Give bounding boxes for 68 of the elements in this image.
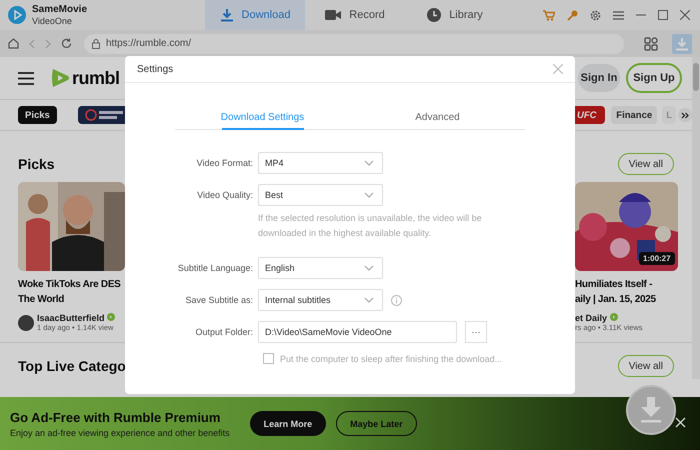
verified-icon [107, 313, 116, 321]
lock-icon [92, 38, 100, 48]
settings-tab[interactable]: Advanced [350, 105, 525, 129]
chevron-down-icon [364, 297, 374, 303]
video-title[interactable]: aily | Jan. 15, 2025 [575, 292, 692, 307]
verified-icon [610, 313, 618, 321]
dropdown[interactable]: Internal subtitles [258, 289, 383, 311]
dropdown[interactable]: English [258, 257, 383, 279]
checkbox[interactable] [263, 353, 274, 364]
site-logo-text: rumbl [72, 68, 120, 88]
double-chevron-icon [681, 112, 689, 118]
grid-icon[interactable] [644, 36, 658, 50]
video-title[interactable]: Woke TikToks Are DES [18, 277, 128, 292]
reload-icon[interactable] [61, 38, 72, 49]
video-title[interactable]: The World [18, 292, 128, 307]
section-title: Picks [18, 156, 55, 172]
browse-button[interactable]: ··· [465, 321, 487, 343]
app-logo-icon [8, 6, 26, 24]
checkbox-label: Put the computer to sleep after finishing the download... [280, 354, 502, 364]
dropdown[interactable]: MP4 [258, 152, 383, 174]
hint-text: If the selected resolution is unavailable, the video will be downloaded in the highest available quality. [258, 212, 483, 240]
mode-tab[interactable]: Record [305, 0, 405, 30]
dialog-title: Settings [137, 64, 174, 74]
avatar [18, 314, 34, 330]
menu-icon[interactable] [18, 72, 34, 84]
view-all-button[interactable]: View all [618, 355, 674, 377]
channel-name[interactable]: et Daily [575, 313, 643, 323]
badge-logo-icon [84, 109, 125, 121]
sign-in-button[interactable]: Sign In [578, 64, 620, 92]
address-bar[interactable]: https://rumble.com/ [84, 34, 624, 54]
app-subtitle: VideoOne [32, 16, 73, 26]
clock-icon [427, 8, 442, 22]
floating-download-button[interactable] [626, 385, 676, 435]
channel-name[interactable]: IsaacButterfield [37, 313, 116, 323]
category-chip[interactable]: Picks [18, 106, 57, 124]
chevron-down-icon [364, 265, 374, 271]
chevron-down-icon [364, 192, 374, 198]
field-label: Subtitle Language: [176, 262, 254, 275]
banner-title: Go Ad-Free with Rumble Premium [10, 410, 222, 424]
download-icon [639, 397, 663, 423]
learn-more-button[interactable]: Learn More [250, 411, 326, 436]
scroll-right-button[interactable] [678, 108, 692, 122]
field-label: Video Quality: [196, 189, 254, 202]
banner-text: Enjoy an ad-free viewing experience and other benefits [10, 428, 230, 438]
view-all-button[interactable]: View all [618, 153, 674, 175]
field-label: Save Subtitle as: [184, 294, 254, 307]
section-title: Top Live Catego [18, 358, 126, 374]
app-name: SameMovie [32, 4, 88, 16]
field-label: Output Folder: [194, 326, 254, 339]
play-logo-icon [50, 67, 70, 89]
maybe-later-button[interactable]: Maybe Later [336, 411, 417, 436]
field-label: Video Format: [196, 157, 254, 170]
download-icon [220, 8, 234, 22]
video-camera-icon [325, 9, 342, 21]
folder-path-field[interactable]: D:\Video\SameMovie VideoOne [258, 321, 457, 343]
home-icon[interactable] [8, 38, 19, 49]
maximize-icon[interactable] [658, 10, 668, 20]
sign-up-button[interactable]: Sign Up [626, 63, 682, 93]
scrollbar-thumb[interactable] [693, 63, 699, 91]
minimize-icon[interactable] [636, 14, 646, 16]
download-icon [675, 36, 689, 50]
category-chip[interactable]: Finance [611, 106, 658, 124]
video-title[interactable]: Humiliates Itself - [575, 277, 692, 292]
duration-badge: 1:00:27 [639, 252, 675, 265]
mode-tab[interactable]: Library [405, 0, 505, 30]
settings-icon[interactable] [590, 10, 601, 20]
chevron-down-icon [364, 160, 374, 166]
dropdown[interactable]: Best [258, 184, 383, 206]
